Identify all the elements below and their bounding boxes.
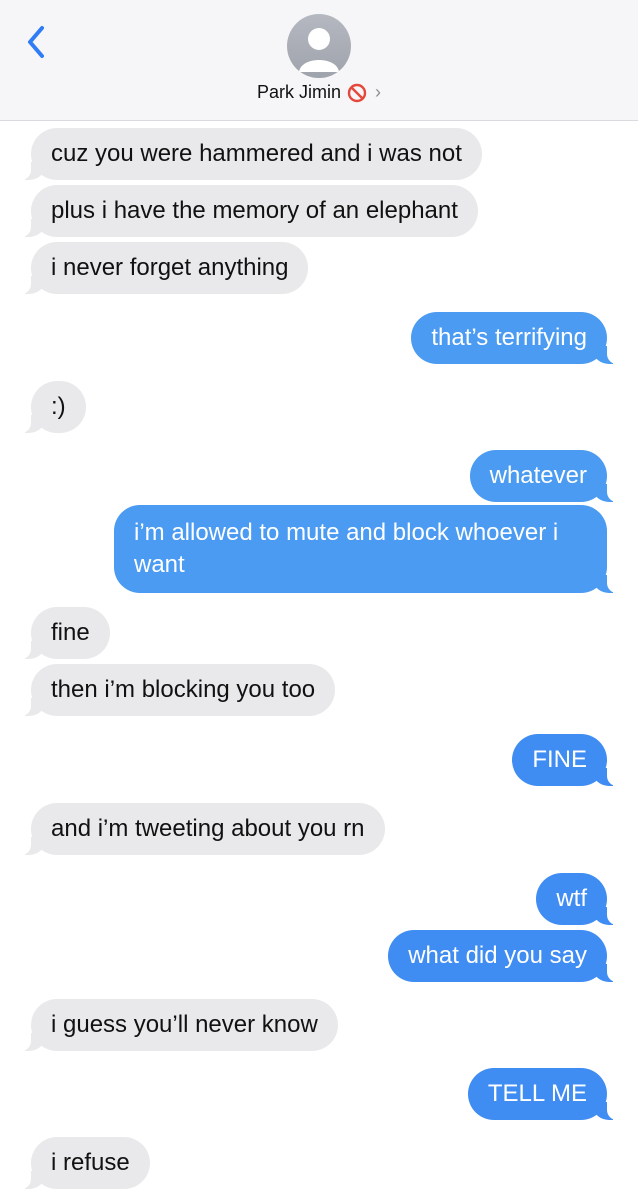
message-sent[interactable]: i’m allowed to mute and block whoever i … [114,505,617,593]
conversation-header: Park Jimin › [0,0,638,121]
message-sent[interactable]: what did you say [388,930,617,982]
message-sent[interactable]: TELL ME [467,1068,618,1120]
message-sent[interactable]: whatever [469,450,618,502]
chevron-right-icon: › [375,82,381,102]
contact-name: Park Jimin [256,82,341,102]
message-sent[interactable]: wtf [536,873,617,925]
no-entry-icon [347,83,367,102]
message-sent[interactable]: FINE [512,734,617,786]
message-received[interactable]: cuz you were hammered and i was not [21,128,482,180]
chevron-left-icon [28,26,44,58]
contact-avatar[interactable] [287,14,351,78]
message-sent[interactable]: that’s terrifying [411,312,617,364]
contact-name-row[interactable]: Park Jimin › [0,82,638,103]
person-icon [299,28,339,72]
message-received[interactable]: fine [21,607,110,659]
message-received[interactable]: i refuse [21,1137,150,1189]
message-received[interactable]: and i’m tweeting about you rn [21,803,385,855]
message-received[interactable]: i never forget anything [20,242,309,294]
message-received[interactable]: i guess you’ll never know [21,999,338,1051]
message-received[interactable]: then i’m blocking you too [20,664,336,716]
back-button[interactable] [22,22,52,62]
message-received[interactable]: plus i have the memory of an elephant [21,185,478,237]
message-received[interactable]: :) [21,381,86,433]
